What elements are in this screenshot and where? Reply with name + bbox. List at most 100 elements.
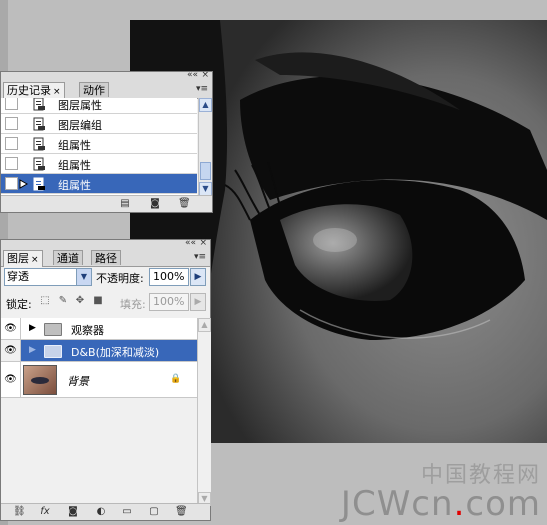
history-scrollbar[interactable]: ▲ ▼ <box>198 98 212 196</box>
folder-icon <box>44 345 62 358</box>
layer-row-group-selected[interactable]: 👁 ▶ D&B(加深和减淡) <box>1 340 197 362</box>
history-state-icon <box>33 157 45 171</box>
layer-name: 背景 <box>67 375 89 388</box>
lock-position-icon[interactable]: ✥ <box>74 295 86 307</box>
history-item-selected[interactable]: 组属性 <box>1 174 197 194</box>
opacity-input[interactable]: 100% <box>149 268 189 286</box>
new-group-icon[interactable]: ▭ <box>121 506 133 517</box>
lock-transparency-icon[interactable]: ⬚ <box>39 295 51 307</box>
scroll-up-button[interactable]: ▲ <box>199 98 212 112</box>
opacity-label: 不透明度: <box>96 272 144 285</box>
history-state-icon <box>33 98 45 111</box>
tab-close-icon[interactable]: × <box>53 87 61 97</box>
history-item-label: 图层属性 <box>58 99 102 112</box>
history-footer: ▤ ◙ 🗑 <box>1 195 212 212</box>
watermark-dot: . <box>453 484 466 524</box>
history-item-label: 组属性 <box>58 159 91 172</box>
history-item[interactable]: 组属性 <box>1 134 197 154</box>
fill-label: 填充: <box>120 298 146 311</box>
tab-history[interactable]: 历史记录 × <box>3 82 65 99</box>
opacity-slider-button[interactable]: ▶ <box>190 268 206 286</box>
layers-tabs: 图层 × 通道 路径 ▾≡ <box>1 250 210 267</box>
tab-channels[interactable]: 通道 <box>53 250 83 265</box>
history-brush-marker-icon <box>19 179 29 189</box>
history-item[interactable]: 图层编组 <box>1 114 197 134</box>
close-icon[interactable]: × <box>199 238 207 248</box>
watermark-en: JCWcn.com <box>341 487 541 521</box>
layers-list: 👁 ▶ 观察器 👁 ▶ D&B(加深和减淡) 👁 背景 🔒 <box>1 318 197 506</box>
layers-footer: ⛓ fx ◙ ◐ ▭ ▢ 🗑 <box>1 503 210 520</box>
history-item-label: 组属性 <box>58 179 91 192</box>
fill-input[interactable]: 100% <box>149 293 189 311</box>
tab-actions-label: 动作 <box>83 84 105 97</box>
folder-icon <box>44 323 62 336</box>
layer-row-group[interactable]: 👁 ▶ 观察器 <box>1 318 197 340</box>
tab-actions[interactable]: 动作 <box>79 82 109 97</box>
lock-label: 锁定: <box>6 298 32 311</box>
lock-all-icon[interactable]: ■ <box>92 295 104 307</box>
history-snapshot-checkbox[interactable] <box>5 98 18 110</box>
panel-menu-icon[interactable]: ▾≡ <box>196 84 208 94</box>
history-state-icon <box>33 137 45 151</box>
expand-triangle-icon[interactable]: ▶ <box>29 323 36 333</box>
scroll-up-button[interactable]: ▲ <box>198 318 211 332</box>
collapse-icon[interactable]: «« <box>187 70 198 80</box>
history-state-icon <box>33 177 45 191</box>
layer-row-background[interactable]: 👁 背景 🔒 <box>1 362 197 398</box>
history-snapshot-checkbox[interactable] <box>5 137 18 150</box>
layer-name: D&B(加深和减淡) <box>71 346 160 359</box>
history-snapshot-checkbox[interactable] <box>5 157 18 170</box>
scroll-down-button[interactable]: ▼ <box>199 182 212 196</box>
history-snapshot-checkbox[interactable] <box>5 177 18 190</box>
tab-history-label: 历史记录 <box>7 84 51 97</box>
tab-layers[interactable]: 图层 × <box>3 250 43 267</box>
layer-lock-icon: 🔒 <box>170 374 182 384</box>
layers-scrollbar[interactable]: ▲ ▼ <box>197 318 211 506</box>
mask-icon[interactable]: ◙ <box>67 506 79 517</box>
watermark-en-suffix: com <box>465 484 541 524</box>
blend-mode-select[interactable]: 穿透 ▼ <box>4 268 92 286</box>
link-icon[interactable]: ⛓ <box>13 506 26 517</box>
chevron-down-icon[interactable]: ▼ <box>76 269 91 285</box>
layers-panel-titlebar[interactable]: «« × <box>1 238 210 250</box>
visibility-eye-icon[interactable]: 👁 <box>1 362 21 397</box>
layer-name: 观察器 <box>71 324 104 337</box>
panel-menu-icon[interactable]: ▾≡ <box>194 252 206 262</box>
new-layer-icon[interactable]: ▢ <box>148 506 160 517</box>
snapshot-camera-icon[interactable]: ◙ <box>149 198 161 209</box>
history-item-label: 组属性 <box>58 139 91 152</box>
watermark: 中国教程网 JCWcn.com <box>341 465 541 522</box>
history-list: 图层属性 图层编组 组属性 组属性 组属性 <box>1 98 197 196</box>
close-icon[interactable]: × <box>201 70 209 80</box>
lock-pixels-icon[interactable]: ✎ <box>57 295 69 307</box>
trash-icon[interactable]: 🗑 <box>175 506 188 517</box>
history-tabs: 历史记录 × 动作 ▾≡ <box>1 82 212 99</box>
watermark-en-prefix: JCWcn <box>340 484 454 524</box>
history-snapshot-checkbox[interactable] <box>5 117 18 130</box>
scroll-thumb[interactable] <box>200 162 211 180</box>
history-item[interactable]: 组属性 <box>1 154 197 174</box>
history-panel: «« × 历史记录 × 动作 ▾≡ 图层属性 图层编组 组属性 组属性 组属性 … <box>0 70 213 213</box>
tab-paths[interactable]: 路径 <box>91 250 121 265</box>
fx-icon[interactable]: fx <box>39 506 51 517</box>
tab-close-icon[interactable]: × <box>31 255 39 265</box>
blend-mode-value: 穿透 <box>7 270 29 283</box>
tab-paths-label: 路径 <box>95 252 117 265</box>
trash-icon[interactable]: 🗑 <box>178 198 191 209</box>
history-item[interactable]: 图层属性 <box>1 98 197 114</box>
history-item-label: 图层编组 <box>58 119 102 132</box>
visibility-eye-icon[interactable]: 👁 <box>1 318 21 339</box>
history-panel-titlebar[interactable]: «« × <box>1 70 212 82</box>
visibility-eye-icon[interactable]: 👁 <box>1 340 21 361</box>
expand-triangle-icon[interactable]: ▶ <box>29 345 36 355</box>
fill-slider-button[interactable]: ▶ <box>190 293 206 311</box>
thumbnail-eye-shape <box>31 377 49 384</box>
adjustment-icon[interactable]: ◐ <box>95 506 107 517</box>
history-state-icon <box>33 117 45 131</box>
tab-layers-label: 图层 <box>7 252 29 265</box>
tab-channels-label: 通道 <box>57 252 79 265</box>
layer-thumbnail <box>23 365 57 395</box>
new-document-from-state-icon[interactable]: ▤ <box>119 198 131 209</box>
collapse-icon[interactable]: «« <box>185 238 196 248</box>
layers-panel: «« × 图层 × 通道 路径 ▾≡ 穿透 ▼ 不透明度: 100% ▶ 锁定: … <box>0 238 211 521</box>
